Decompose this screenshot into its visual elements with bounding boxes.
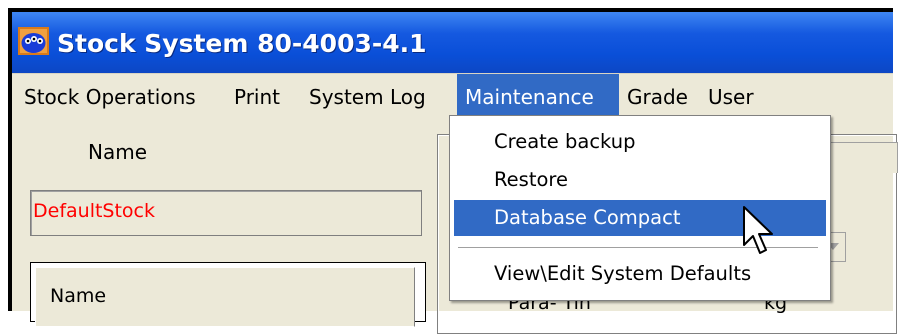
mouse-pointer-icon [743, 206, 773, 254]
menu-print[interactable]: Print [234, 74, 280, 120]
menu-item-view-edit-system-defaults[interactable]: View\Edit System Defaults [454, 256, 826, 292]
menu-item-restore[interactable]: Restore [454, 162, 826, 198]
menu-system-log[interactable]: System Log [309, 74, 426, 120]
app-logo-icon [18, 27, 49, 55]
stock-name-field[interactable]: DefaultStock [30, 190, 422, 236]
stock-list[interactable]: Name [30, 262, 426, 327]
window-title: Stock System 80-4003-4.1 [57, 29, 427, 58]
list-header-label: Name [50, 285, 107, 307]
name-label: Name [88, 140, 148, 164]
stock-name-value: DefaultStock [33, 200, 156, 222]
menu-user[interactable]: User [708, 74, 754, 120]
menu-grade[interactable]: Grade [627, 74, 688, 120]
menu-item-create-backup[interactable]: Create backup [454, 124, 826, 160]
list-column-header[interactable]: Name [35, 267, 415, 327]
title-bar[interactable]: Stock System 80-4003-4.1 [12, 12, 893, 73]
menu-stock-operations[interactable]: Stock Operations [24, 74, 196, 120]
menu-maintenance[interactable]: Maintenance [457, 74, 619, 120]
